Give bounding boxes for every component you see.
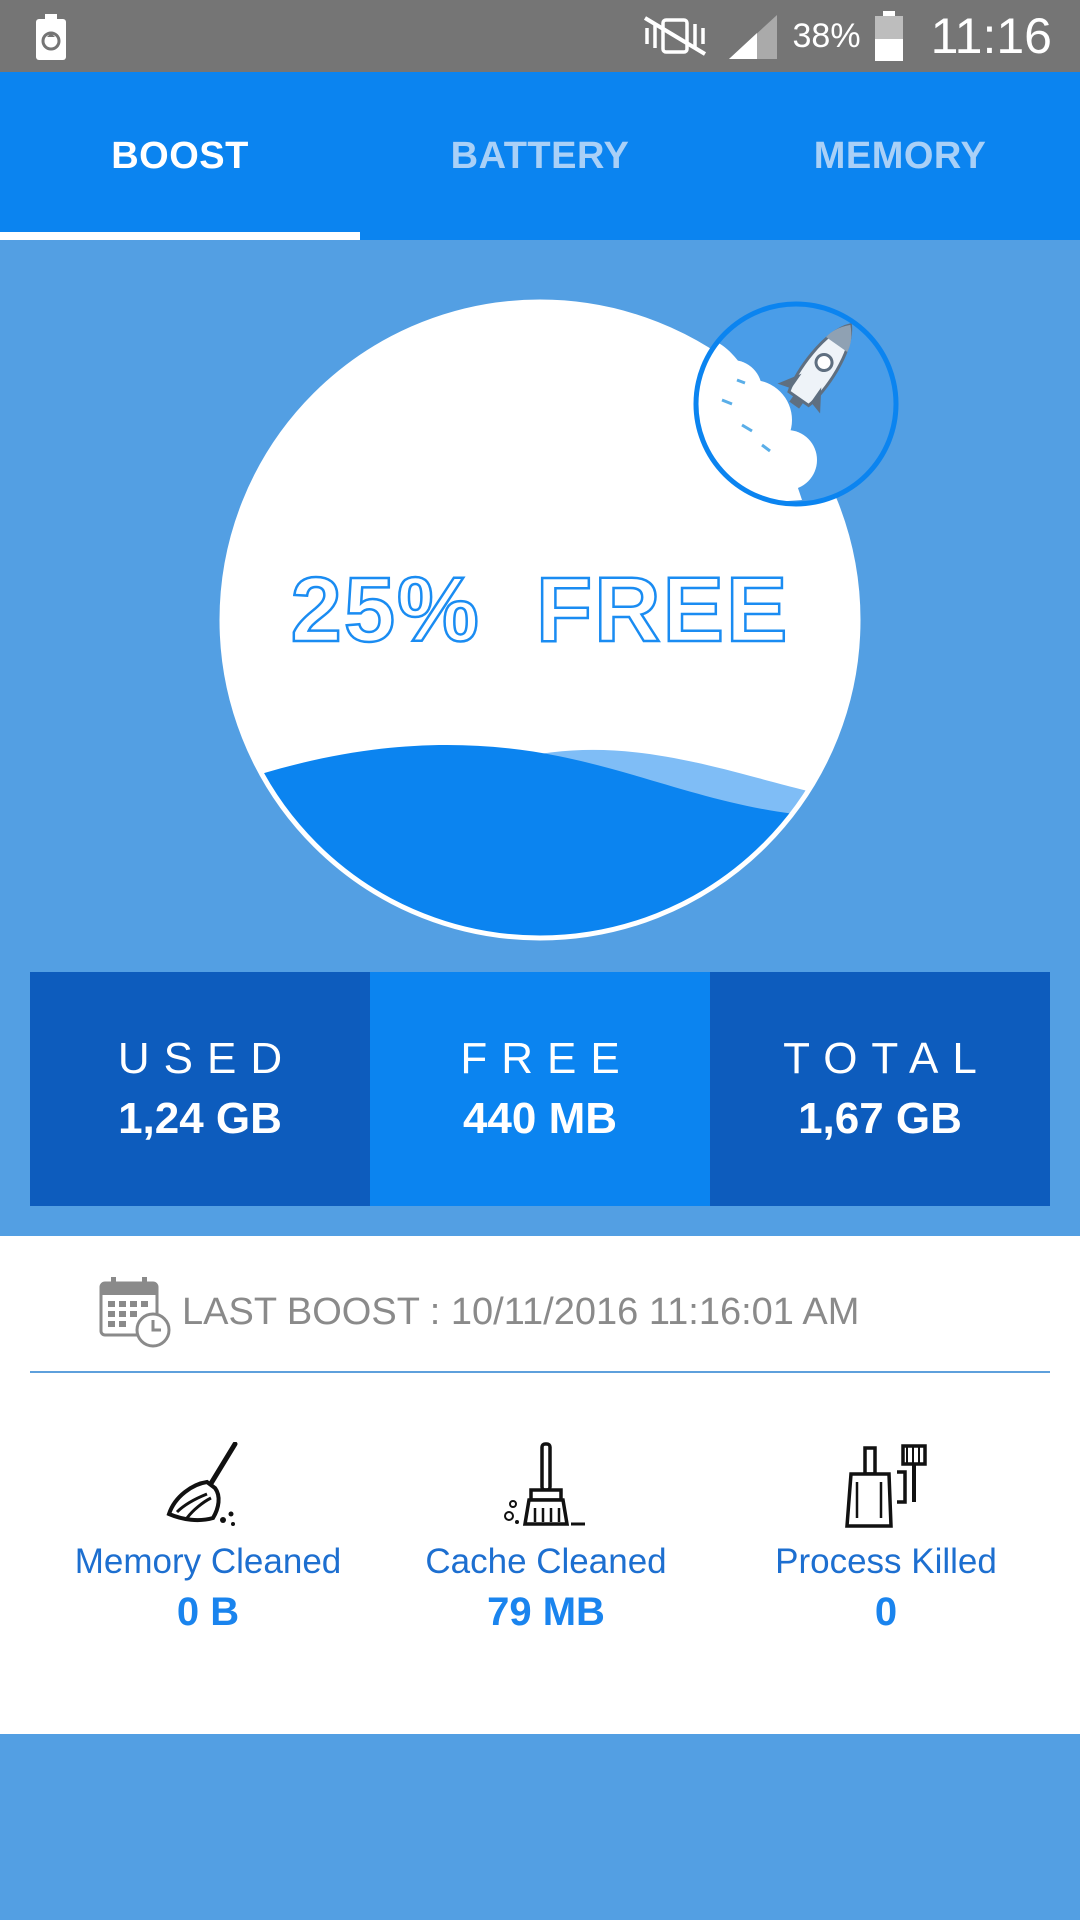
gauge-percent: 25% (289, 558, 481, 663)
tab-memory[interactable]: MEMORY (720, 72, 1080, 240)
battery-saver-icon (36, 14, 66, 60)
metric-cache-cleaned: Cache Cleaned 79 MB (376, 1442, 716, 1635)
gauge-label: 25% FREE (218, 558, 862, 663)
metric-process-killed-label: Process Killed (775, 1542, 997, 1581)
battery-icon (874, 11, 903, 61)
stat-used-label: USED (117, 1034, 297, 1083)
broom-icon (166, 1442, 238, 1526)
tab-battery[interactable]: BATTERY (360, 72, 720, 240)
metric-process-killed: Process Killed 0 (716, 1442, 1056, 1635)
dustpan-icon (845, 1444, 927, 1528)
divider (30, 1371, 1050, 1373)
metric-process-killed-value: 0 (874, 1590, 898, 1634)
clock: 11:16 (930, 8, 1052, 64)
brush-icon (504, 1442, 585, 1526)
stat-total: TOTAL 1,67 GB (710, 972, 1050, 1206)
last-boost-text: LAST BOOST : 10/11/2016 11:16:01 AM (182, 1290, 860, 1333)
signal-icon (728, 15, 777, 59)
stat-free-value: 440 MB (462, 1094, 618, 1143)
stat-free: FREE 440 MB (370, 972, 710, 1206)
battery-percent: 38% (792, 16, 861, 55)
rocket-icon (693, 301, 899, 507)
calendar-clock-icon (99, 1277, 171, 1348)
metric-memory-cleaned: Memory Cleaned 0 B (38, 1442, 378, 1635)
gauge-free-word: FREE (535, 558, 790, 663)
boost-summary-panel: LAST BOOST : 10/11/2016 11:16:01 AM Memo… (0, 1236, 1080, 1734)
metric-memory-cleaned-label: Memory Cleaned (74, 1542, 342, 1581)
stat-total-value: 1,67 GB (798, 1094, 962, 1143)
boost-rocket-button[interactable] (692, 300, 900, 508)
metric-cache-cleaned-label: Cache Cleaned (425, 1542, 667, 1581)
tab-bar: BOOST BATTERY MEMORY (0, 72, 1080, 240)
stat-total-label: TOTAL (783, 1034, 991, 1083)
tab-boost[interactable]: BOOST (0, 72, 360, 240)
last-boost-row: LAST BOOST : 10/11/2016 11:16:01 AM (98, 1274, 859, 1350)
metric-memory-cleaned-value: 0 B (176, 1590, 240, 1634)
status-bar: 38% 11:16 (0, 0, 1080, 72)
stat-free-label: FREE (460, 1034, 634, 1083)
stat-used: USED 1,24 GB (30, 972, 370, 1206)
metric-cache-cleaned-value: 79 MB (487, 1590, 605, 1634)
memory-stats: USED 1,24 GB FREE 440 MB TOTAL 1,67 GB (30, 972, 1050, 1206)
stat-used-value: 1,24 GB (118, 1094, 282, 1143)
vibrate-mute-icon (643, 16, 706, 56)
